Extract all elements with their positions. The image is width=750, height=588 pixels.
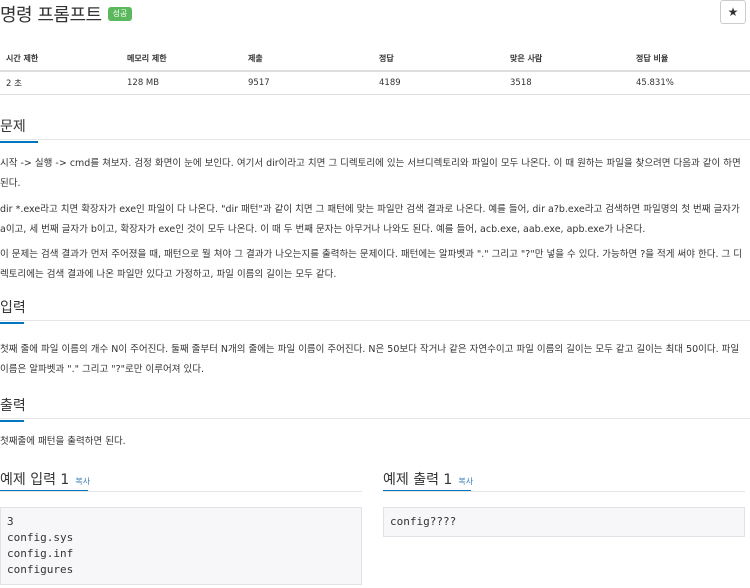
- copy-output-button[interactable]: 복사: [458, 477, 473, 486]
- problem-description-p1: 시작 -> 실행 -> cmd를 쳐보자. 검정 화면이 눈에 보인다. 여기서…: [0, 158, 741, 189]
- value-time-limit: 2 초: [0, 71, 121, 95]
- sample-input-heading: 예제 입력 1 복사: [0, 469, 90, 489]
- header-submissions: 제출: [242, 46, 373, 72]
- sample-input-box[interactable]: 3 config.sys config.inf configures: [0, 507, 362, 585]
- header-time-limit: 시간 제한: [0, 46, 121, 72]
- status-badge: 성공: [107, 7, 133, 21]
- divider: [0, 320, 750, 321]
- title-row: 명령 프롬프트 성공: [0, 0, 133, 28]
- heading-underline: [0, 322, 24, 324]
- problem-heading-text: 문제: [0, 119, 26, 135]
- input-description: 첫째 줄에 파일 이름의 개수 N이 주어진다. 둘째 줄부터 N개의 줄에는 …: [0, 344, 740, 375]
- header-memory-limit: 메모리 제한: [121, 46, 242, 72]
- value-solved-users: 3518: [504, 71, 630, 95]
- value-submissions: 9517: [242, 71, 373, 95]
- problem-description-p3: 이 문제는 검색 결과가 먼저 주어졌을 때, 패턴으로 뭘 쳐야 그 결과가 …: [0, 249, 743, 280]
- star-icon: ★: [727, 5, 739, 19]
- table-row: 2 초 128 MB 9517 4189 3518 45.831%: [0, 71, 750, 95]
- header-solved-users: 맞은 사람: [504, 46, 630, 72]
- divider: [0, 139, 750, 140]
- sample-output-heading: 예제 출력 1 복사: [383, 469, 473, 489]
- problem-description-p2: dir *.exe라고 치면 확장자가 exe인 파일이 다 나온다. "dir…: [0, 204, 740, 235]
- copy-input-button[interactable]: 복사: [75, 477, 90, 486]
- value-accepted: 4189: [373, 71, 504, 95]
- page-title: 명령 프롬프트: [0, 5, 102, 26]
- table-header-row: 시간 제한 메모리 제한 제출 정답 맞은 사람 정답 비율: [0, 46, 750, 72]
- sample-output-heading-text: 예제 출력 1: [383, 472, 453, 488]
- problem-info-table: 시간 제한 메모리 제한 제출 정답 맞은 사람 정답 비율 2 초 128 M…: [0, 46, 750, 95]
- output-description: 첫째줄에 패턴을 출력하면 된다.: [0, 436, 126, 447]
- star-button[interactable]: ★: [720, 0, 746, 24]
- header-accepted: 정답: [373, 46, 504, 72]
- divider: [383, 491, 745, 492]
- divider: [0, 418, 750, 419]
- value-accept-ratio: 45.831%: [630, 71, 750, 95]
- input-heading-text: 입력: [0, 300, 26, 316]
- header-accept-ratio: 정답 비율: [630, 46, 750, 72]
- sample-output-box[interactable]: config????: [383, 507, 745, 537]
- divider: [0, 491, 362, 492]
- heading-underline: [0, 420, 24, 422]
- sample-input-heading-text: 예제 입력 1: [0, 472, 70, 488]
- value-memory-limit: 128 MB: [121, 71, 242, 95]
- output-heading-text: 출력: [0, 398, 26, 414]
- heading-underline: [0, 141, 38, 143]
